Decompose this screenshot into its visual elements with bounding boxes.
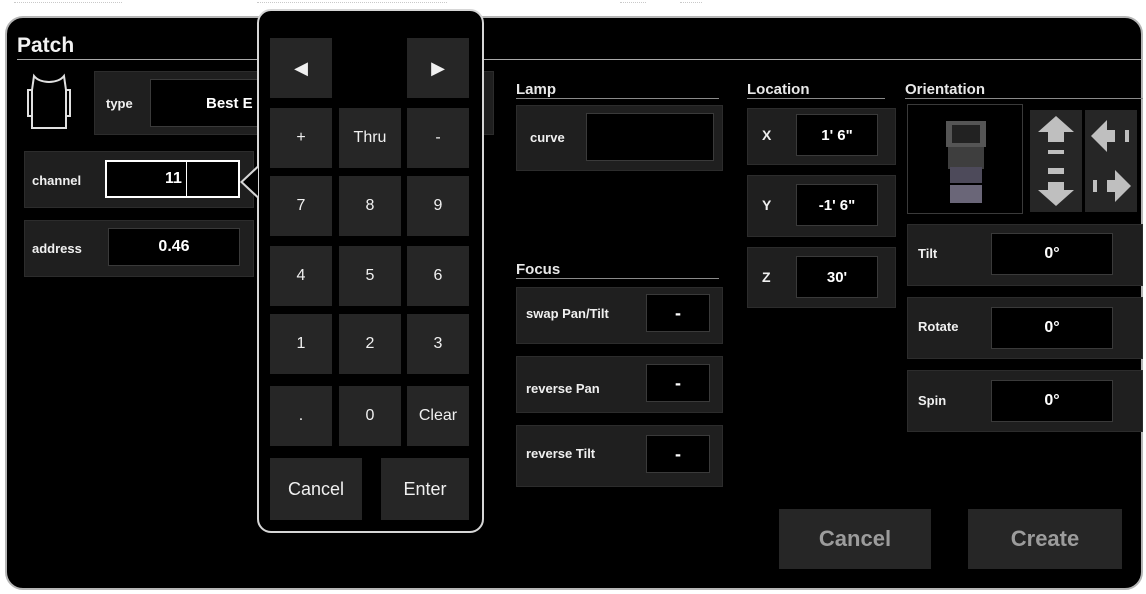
key-3[interactable]: 3 xyxy=(407,314,469,374)
dialog-title: Patch xyxy=(17,34,75,57)
focus-divider xyxy=(516,278,719,279)
keypad-enter-button[interactable]: Enter xyxy=(381,458,469,520)
tilt-up-icon[interactable] xyxy=(1030,110,1082,162)
rotate-label: Rotate xyxy=(918,319,959,334)
rotate-value: 0° xyxy=(1044,319,1060,336)
tilt-field[interactable]: 0° xyxy=(991,233,1113,275)
key-minus[interactable]: - xyxy=(407,108,469,168)
right-arrow-icon: ▶ xyxy=(431,57,445,78)
y-field[interactable]: -1' 6" xyxy=(796,184,878,226)
key-plus[interactable]: + xyxy=(270,108,332,168)
reverse-tilt-toggle[interactable]: - xyxy=(646,435,710,473)
y-value: -1' 6" xyxy=(818,196,856,214)
location-divider xyxy=(747,98,885,99)
reverse-pan-label: reverse Pan xyxy=(526,381,600,396)
keypad-cancel-button[interactable]: Cancel xyxy=(270,458,362,520)
title-divider xyxy=(17,59,1142,60)
text-cursor xyxy=(185,161,187,197)
focus-heading: Focus xyxy=(516,261,561,278)
popup-pointer-fill xyxy=(243,168,258,196)
spin-field[interactable]: 0° xyxy=(991,380,1113,422)
z-value: 30' xyxy=(826,268,848,286)
fixture-icon xyxy=(27,73,71,129)
key-2[interactable]: 2 xyxy=(339,314,401,374)
key-5[interactable]: 5 xyxy=(339,246,401,306)
prev-arrow-button[interactable]: ◀ xyxy=(270,38,332,98)
swap-pan-tilt-label: swap Pan/Tilt xyxy=(526,306,609,321)
channel-label: channel xyxy=(32,173,82,188)
address-value: 0.46 xyxy=(158,238,190,255)
key-1[interactable]: 1 xyxy=(270,314,332,374)
lamp-divider xyxy=(516,98,719,99)
key-clear[interactable]: Clear xyxy=(407,386,469,446)
rotate-left-icon[interactable] xyxy=(1085,110,1137,162)
x-field[interactable]: 1' 6" xyxy=(796,114,878,156)
type-label: type xyxy=(106,96,133,111)
z-field[interactable]: 30' xyxy=(796,256,878,298)
reverse-pan-toggle[interactable]: - xyxy=(646,364,710,402)
x-label: X xyxy=(762,127,772,143)
fixture-preview-icon xyxy=(946,121,986,203)
orientation-divider xyxy=(905,98,1143,99)
key-4[interactable]: 4 xyxy=(270,246,332,306)
address-label: address xyxy=(32,241,82,256)
key-thru[interactable]: Thru xyxy=(339,108,401,168)
key-8[interactable]: 8 xyxy=(339,176,401,236)
create-button[interactable]: Create xyxy=(968,509,1122,569)
spin-label: Spin xyxy=(918,393,947,408)
tilt-down-icon[interactable] xyxy=(1030,160,1082,212)
location-heading: Location xyxy=(747,81,810,98)
key-decimal[interactable]: . xyxy=(270,386,332,446)
key-7[interactable]: 7 xyxy=(270,176,332,236)
channel-field[interactable]: 11 xyxy=(105,160,240,198)
key-0[interactable]: 0 xyxy=(339,386,401,446)
reverse-tilt-label: reverse Tilt xyxy=(526,446,596,461)
channel-value: 11 xyxy=(165,170,182,187)
key-6[interactable]: 6 xyxy=(407,246,469,306)
key-9[interactable]: 9 xyxy=(407,176,469,236)
fixture-preview xyxy=(907,104,1023,214)
spin-value: 0° xyxy=(1044,392,1060,409)
tilt-value: 0° xyxy=(1044,245,1060,262)
curve-label: curve xyxy=(530,130,565,145)
lamp-heading: Lamp xyxy=(516,81,557,98)
left-arrow-icon: ◀ xyxy=(294,57,308,78)
orientation-heading: Orientation xyxy=(905,81,986,98)
tilt-label: Tilt xyxy=(918,246,938,261)
rotate-field[interactable]: 0° xyxy=(991,307,1113,349)
address-field[interactable]: 0.46 xyxy=(108,228,240,266)
title-strip xyxy=(0,0,1146,10)
cancel-button[interactable]: Cancel xyxy=(779,509,931,569)
curve-field[interactable] xyxy=(586,113,714,161)
y-label: Y xyxy=(762,197,772,213)
rotate-right-icon[interactable] xyxy=(1085,160,1137,212)
z-label: Z xyxy=(762,269,771,285)
x-value: 1' 6" xyxy=(821,126,853,144)
swap-pan-tilt-toggle[interactable]: - xyxy=(646,294,710,332)
next-arrow-button[interactable]: ▶ xyxy=(407,38,469,98)
type-value: Best E xyxy=(206,94,253,112)
